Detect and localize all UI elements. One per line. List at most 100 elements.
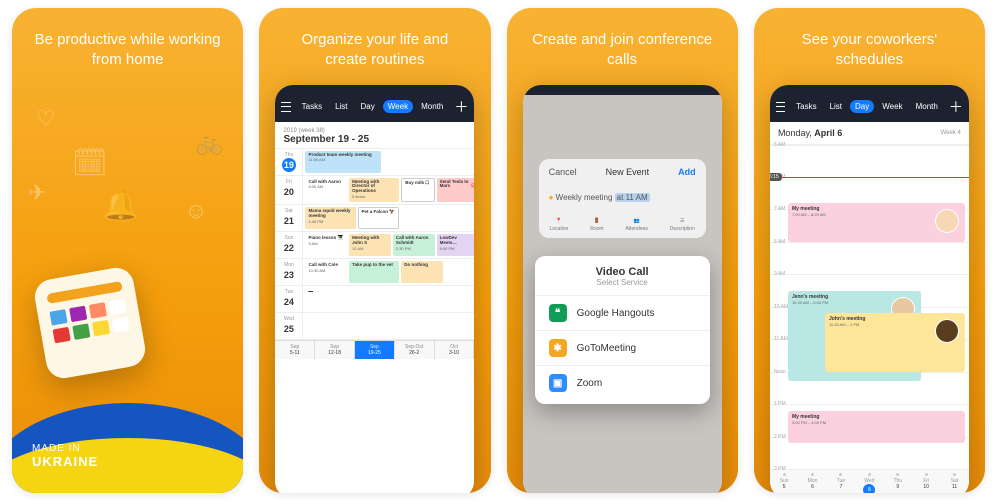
made-in-label: MADE IN UKRAINE [32,443,98,469]
calendar-event[interactable]: Product team weekly meeting11:00 AM [305,151,380,173]
bell-icon: 🔔 [102,188,139,223]
calendar-event[interactable]: Send Tesla to Mars ☑ [437,178,475,202]
current-time-indicator: 6:15 [770,173,782,181]
promo-panel-3: Create and join conference calls Cancel … [507,8,738,493]
calendar-event[interactable]: Meeting with Director of Operations5 ite… [349,178,399,202]
headline: Be productive while working from home [12,8,243,85]
menu-icon[interactable] [776,102,785,112]
headline: Create and join conference calls [507,8,738,85]
toolbar-description[interactable]: ☰Description [670,218,695,232]
day-tab[interactable]: Thu9 [884,470,912,493]
day-tab[interactable]: Mon6 [798,470,826,493]
day-label[interactable]: Thu19 [275,149,303,175]
day-view: Monday, April 6 Week 4 5 AM6 AM7 AM8 AM9… [770,122,969,494]
plane-icon: ✈ [28,180,46,206]
add-button[interactable]: ＋ [949,97,963,117]
phone-mockup: Cancel New Event Add ● Weekly meeting at… [523,85,722,494]
day-label[interactable]: Mon23 [275,259,303,285]
day-tab[interactable]: Sat11 [940,470,968,493]
menu-icon[interactable] [281,102,290,112]
sheet-title: New Event [606,167,650,177]
service-option-zoom[interactable]: ▣Zoom [535,365,710,400]
modal-title: Video Call [535,266,710,278]
modal-subtitle: Select Service [535,278,710,287]
calendar-icon: 🗓 [72,146,108,179]
hour-label: 11 AM [774,336,788,342]
day-label[interactable]: Sun22 [275,232,303,258]
top-nav: TasksList DayWeekMonth ＋ [275,95,474,122]
view-tab-month[interactable]: Month [911,100,943,113]
view-tab-week[interactable]: Week [383,100,413,113]
toolbar-room[interactable]: 🚪Room [590,218,603,232]
view-tab-tasks[interactable]: Tasks [297,100,327,113]
calendar-event[interactable]: Call with Aaron Schmidt2:30 PM [393,234,435,256]
new-event-sheet: Cancel New Event Add ● Weekly meeting at… [539,159,706,238]
add-button[interactable]: ＋ [454,97,468,117]
time-grid[interactable]: 5 AM6 AM7 AM8 AM9 AM10 AM11 AMNoon1 PM2 … [770,145,969,470]
hour-label: 10 AM [774,304,788,310]
hour-label: 5 AM [774,142,785,148]
week-tab[interactable]: Sep5-11 [275,341,315,359]
day-label[interactable]: Tue24 [275,286,303,312]
day-label[interactable]: Fri20 [275,176,303,204]
day-tab[interactable]: Fri10 [912,470,940,493]
calendar-event[interactable]: Mama squid weekly meeting1:45 PM [305,207,355,229]
week-tab[interactable]: Sep-Oct26-2 [395,341,435,359]
calendar-event[interactable]: LowDev Meets…6:00 PM [437,234,475,256]
day-tab[interactable]: Tue7 [827,470,855,493]
view-tab-tasks[interactable]: Tasks [791,100,821,113]
day-header: Monday, April 6 Week 4 [770,122,969,145]
calendar-event[interactable]: John's meeting11:15 AM – 2 PM [825,313,965,371]
toolbar-location[interactable]: 📍Location [550,218,569,232]
day-label[interactable]: Sat21 [275,205,303,231]
view-tab-day[interactable]: Day [356,100,380,113]
calendar-event[interactable]: Piano lesson 🎹9 AM [305,234,347,256]
view-tab-list[interactable]: List [330,100,352,113]
view-tab-month[interactable]: Month [416,100,448,113]
week-tab[interactable]: Sep12-18 [315,341,355,359]
calendar-event[interactable]: Buy milk ☐ [401,178,434,202]
week-header: 2019 (week 38) September 19 - 25 [275,122,474,149]
event-input-text[interactable]: ● Weekly meeting at 11 AM [549,193,696,202]
calendar-event[interactable]: Call with Cole10:30 AM [305,261,347,283]
heart-icon: ♡ [36,106,56,132]
hour-label: 3 PM [774,466,786,472]
hour-label: Noon [774,369,786,375]
day-label[interactable]: Wed25 [275,313,303,339]
bike-icon: 🚲 [196,130,223,156]
week-view: 2019 (week 38) September 19 - 25 Thu19Pr… [275,122,474,494]
view-tab-list[interactable]: List [825,100,847,113]
calendar-event[interactable]: Take pup to the vet [349,261,399,283]
top-nav: Tasks ListDayWeek Month ＋ [770,95,969,122]
calendar-event[interactable]: Do nothing [401,261,443,283]
cancel-button[interactable]: Cancel [549,167,577,177]
calendar-event[interactable]: My meeting3:00 PM – 4:00 PM [788,411,965,443]
headline: See your coworkers' schedules [754,8,985,85]
headline: Organize your life and create routines [259,8,490,85]
avatar [935,319,959,343]
calendar-event[interactable]: — [305,288,372,310]
avatar [935,209,959,233]
view-tab-week[interactable]: Week [877,100,907,113]
hour-label: 1 PM [774,401,786,407]
calendar-event[interactable]: Pet a Falcon 🦅 [358,207,400,229]
add-button[interactable]: Add [678,167,696,177]
calendar-event[interactable]: My meeting7:00 AM – 8:20 AM [788,203,965,242]
week-selector[interactable]: Sep5-11Sep12-18Sep19-25Sep-Oct26-2Oct3-1… [275,340,474,359]
service-option-google-hangouts[interactable]: ❝Google Hangouts [535,295,710,330]
calendar-event[interactable]: Meeting with John S10 AM [349,234,391,256]
week-tab[interactable]: Oct3-10 [435,341,475,359]
promo-panel-4: See your coworkers' schedules Tasks ListD… [754,8,985,493]
day-selector[interactable]: Sun5Mon6Tue7Wed8Thu9Fri10Sat11 [770,469,969,493]
smile-icon: ☺ [185,198,207,224]
toolbar-attendees[interactable]: 👥Attendees [625,218,648,232]
view-tab-day[interactable]: Day [850,100,874,113]
video-call-modal: Video Call Select Service ❝Google Hangou… [535,256,710,404]
phone-mockup: TasksList DayWeekMonth ＋ 2019 (week 38) S… [275,85,474,494]
week-tab[interactable]: Sep19-25 [355,341,395,359]
day-tab[interactable]: Wed8 [855,470,883,493]
phone-mockup: Tasks ListDayWeek Month ＋ Monday, April 6 … [770,85,969,494]
day-tab[interactable]: Sun5 [770,470,798,493]
service-option-gotomeeting[interactable]: ✱GoToMeeting [535,330,710,365]
calendar-event[interactable]: Call with Aaron9:30 AM [305,178,347,202]
